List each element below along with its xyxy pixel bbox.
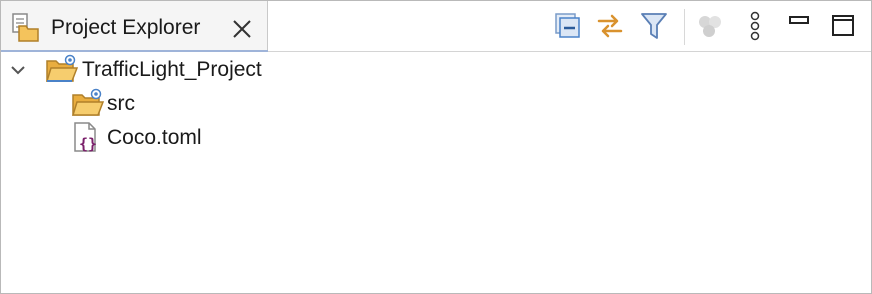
tab-label: Project Explorer — [51, 16, 201, 39]
project-explorer-icon — [10, 12, 42, 44]
tree-item-label: src — [107, 92, 135, 115]
source-folder-icon — [71, 87, 105, 119]
collapse-all-button[interactable] — [551, 9, 585, 43]
toolbar-separator — [684, 9, 685, 45]
minimize-icon — [789, 16, 809, 24]
link-with-editor-icon — [597, 14, 623, 38]
close-icon[interactable] — [231, 18, 253, 40]
kebab-menu-icon — [750, 11, 760, 41]
filter-icon — [641, 13, 667, 39]
focus-button[interactable] — [693, 9, 727, 43]
maximize-button[interactable] — [827, 9, 861, 43]
tree-item-label: TrafficLight_Project — [82, 58, 262, 81]
project-folder-icon — [45, 53, 79, 85]
tree-item-project[interactable]: TrafficLight_Project — [1, 53, 871, 85]
tree-item-label: Coco.toml — [107, 126, 202, 149]
collapse-all-icon — [555, 13, 580, 38]
tab-project-explorer[interactable]: Project Explorer — [1, 1, 268, 52]
minimize-button[interactable] — [783, 9, 817, 43]
view-menu-button[interactable] — [739, 9, 773, 43]
active-tab-indicator — [1, 50, 268, 52]
project-explorer-view: Project Explorer TrafficLight_Project sr… — [0, 0, 872, 294]
svg-text:{}: {} — [79, 135, 97, 153]
maximize-icon — [832, 15, 854, 36]
tree-item-src[interactable]: src — [1, 87, 871, 119]
toml-file-icon: {} — [71, 121, 103, 153]
focus-icon — [699, 16, 721, 37]
project-tree: TrafficLight_Project src {} Coco.toml — [1, 53, 871, 293]
chevron-down-icon[interactable] — [9, 61, 27, 79]
tree-item-coco-toml[interactable]: {} Coco.toml — [1, 121, 871, 153]
view-tab-bar: Project Explorer — [1, 1, 871, 52]
filter-button[interactable] — [637, 9, 671, 43]
link-with-editor-button[interactable] — [593, 9, 627, 43]
